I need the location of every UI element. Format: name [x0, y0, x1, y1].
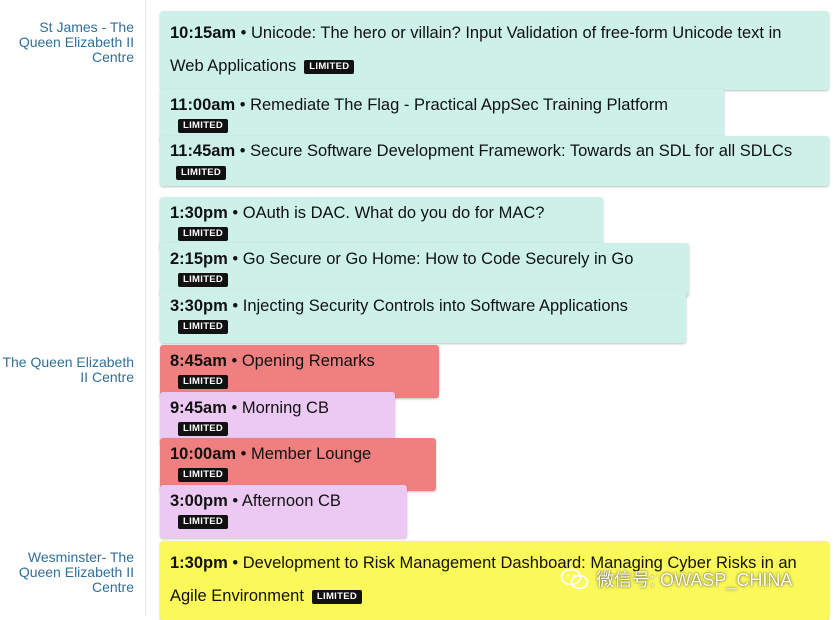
watermark-text: 微信号: OWASP_CHINA	[596, 570, 793, 590]
limited-badge: LIMITED	[178, 422, 229, 436]
limited-badge: LIMITED	[178, 515, 229, 529]
session-title: Injecting Security Controls into Softwar…	[242, 297, 628, 315]
session-separator: •	[226, 399, 242, 417]
venue-label-westminster: Wesminster- The Queen Elizabeth II Centr…	[18, 549, 134, 595]
session-separator: •	[227, 554, 243, 572]
session-separator: •	[236, 445, 252, 463]
session-separator: •	[236, 24, 252, 42]
session-separator: •	[235, 142, 251, 160]
session-title: Remediate The Flag - Practical AppSec Tr…	[250, 96, 668, 114]
session-separator: •	[226, 352, 242, 370]
limited-badge: LIMITED	[178, 320, 229, 334]
session-separator: •	[227, 297, 243, 315]
wechat-watermark: 微信号: OWASP_CHINA	[560, 566, 792, 592]
limited-badge: LIMITED	[178, 227, 229, 241]
session-separator: •	[227, 250, 243, 268]
column-divider	[145, 0, 146, 616]
session-card[interactable]: 11:00am • Remediate The Flag - Practical…	[160, 89, 724, 142]
session-title: Morning CB	[241, 399, 329, 417]
session-time: 11:00am	[170, 96, 236, 114]
session-time: 1:30pm	[170, 554, 228, 572]
session-time: 3:30pm	[170, 297, 228, 315]
limited-badge: LIMITED	[178, 375, 229, 389]
session-separator: •	[227, 204, 243, 222]
session-card[interactable]: 3:00pm • Afternoon CB LIMITED	[160, 485, 407, 538]
session-separator: •	[235, 96, 251, 114]
session-time: 3:00pm	[170, 492, 228, 510]
session-time: 1:30pm	[170, 204, 228, 222]
limited-badge: LIMITED	[311, 590, 363, 604]
session-title: Unicode: The hero or villain? Input Vali…	[170, 24, 782, 75]
venue-label-st-james: St James - The Queen Elizabeth II Centre	[18, 19, 134, 65]
session-title: Member Lounge	[251, 445, 372, 463]
session-title: Go Secure or Go Home: How to Code Secure…	[242, 250, 634, 268]
session-time: 8:45am	[170, 352, 227, 370]
wechat-icon	[560, 568, 589, 590]
session-card[interactable]: 11:45am • Secure Software Development Fr…	[160, 136, 829, 186]
session-time: 2:15pm	[170, 250, 228, 268]
limited-badge: LIMITED	[178, 468, 229, 482]
session-card[interactable]: 8:45am • Opening Remarks LIMITED	[160, 345, 439, 398]
session-card[interactable]: 10:00am • Member Lounge LIMITED	[160, 438, 436, 491]
session-time: 11:45am	[170, 142, 236, 160]
limited-badge: LIMITED	[178, 119, 229, 133]
limited-badge: LIMITED	[176, 166, 227, 180]
session-title: OAuth is DAC. What do you do for MAC?	[242, 204, 545, 222]
session-card[interactable]: 2:15pm • Go Secure or Go Home: How to Co…	[160, 243, 689, 296]
session-card[interactable]: 10:15am • Unicode: The hero or villain? …	[160, 11, 829, 90]
session-separator: •	[227, 492, 242, 510]
session-title: Opening Remarks	[241, 352, 375, 370]
limited-badge: LIMITED	[178, 273, 229, 287]
session-title: Secure Software Development Framework: T…	[250, 142, 793, 160]
session-time: 10:15am	[170, 24, 237, 42]
venue-label-qeii: The Queen Elizabeth II Centre	[2, 354, 134, 385]
session-time: 10:00am	[170, 445, 237, 463]
session-card[interactable]: 3:30pm • Injecting Security Controls int…	[160, 290, 686, 343]
session-title: Afternoon CB	[241, 492, 341, 510]
limited-badge: LIMITED	[304, 60, 355, 74]
session-time: 9:45am	[170, 399, 227, 417]
